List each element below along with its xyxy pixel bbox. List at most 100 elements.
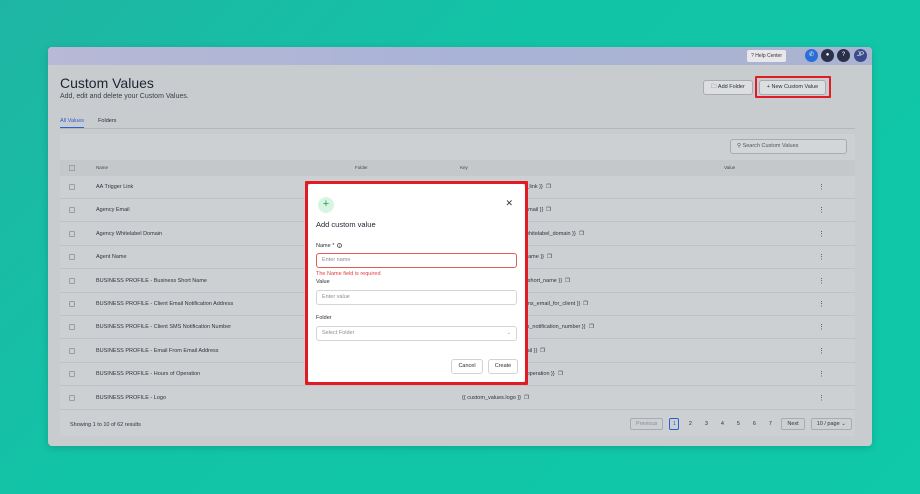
column-key: Key [460,165,468,170]
row-actions-icon[interactable]: ⋮ [818,199,825,222]
copy-icon[interactable]: ❐ [583,293,588,316]
per-page-label: 10 / page [816,421,840,427]
row-checkbox[interactable] [69,324,75,331]
folder-label: Folder [316,315,332,321]
row-name: BUSINESS PROFILE - Client Email Notifica… [96,301,234,307]
row-checkbox[interactable] [69,347,75,354]
copy-icon[interactable]: ❐ [546,199,551,222]
tabs: All Values Folders [60,118,116,128]
row-actions-icon[interactable]: ⋮ [818,293,825,316]
add-custom-value-modal: + ✕ Add custom value Name * i Enter name… [308,184,525,382]
page-header: Custom Values Add, edit and delete your … [60,75,189,100]
tab-all-values[interactable]: All Values [60,118,85,128]
copy-icon[interactable]: ❐ [589,316,594,339]
row-actions-icon[interactable]: ⋮ [818,176,825,199]
create-button[interactable]: Create [488,359,518,374]
next-page-button[interactable]: Next [781,418,805,430]
copy-icon[interactable]: ❐ [524,387,529,410]
table-header: Name Folder Key Value [60,160,855,176]
row-checkbox[interactable] [69,184,75,190]
select-all-checkbox[interactable] [69,165,75,171]
page-4[interactable]: 4 [717,421,727,427]
close-icon[interactable]: ✕ [505,198,513,208]
add-folder-label: Add Folder [717,84,745,90]
copy-icon[interactable]: ❐ [540,340,545,363]
row-key: tions_email_for_client }} [522,301,581,307]
table-row[interactable]: BUSINESS PROFILE - Logo {{ custom_values.… [60,387,855,410]
page-6[interactable]: 6 [749,421,759,427]
search-input[interactable]: ⚲ Search Custom Values [730,139,847,154]
row-actions-icon[interactable]: ⋮ [818,340,825,363]
page-7[interactable]: 7 [765,421,775,427]
column-name: Name [96,165,109,170]
chevron-down-icon: ⌄ [506,330,511,336]
column-folder: Folder [355,165,368,170]
row-checkbox[interactable] [69,254,75,261]
folder-placeholder: Select Folder [322,330,355,336]
pagination: Previous 1 2 3 4 5 6 7 Next 10 / page ⌄ [630,418,852,430]
tab-folders[interactable]: Folders [98,118,116,128]
copy-icon[interactable]: ❐ [547,246,552,269]
row-actions-icon[interactable]: ⋮ [818,387,825,410]
row-name: BUSINESS PROFILE - Email From Email Addr… [96,347,219,354]
row-name: AA Trigger Link [96,184,134,190]
page-1[interactable]: 1 [669,418,680,430]
info-icon[interactable]: i [336,243,342,249]
name-label-text: Name * [316,243,335,249]
top-bar: ? Help Center ✆ ● ? JP [48,47,872,65]
page-2[interactable]: 2 [685,421,695,427]
help-question-icon[interactable]: ? [837,49,850,62]
page-title: Custom Values [60,75,154,91]
row-actions-icon[interactable]: ⋮ [818,316,825,339]
bell-icon[interactable]: ● [821,49,834,62]
row-actions-icon[interactable]: ⋮ [818,246,825,269]
row-actions-icon[interactable]: ⋮ [818,363,825,386]
value-input[interactable]: Enter value [316,290,517,305]
row-checkbox[interactable] [69,230,75,237]
copy-icon[interactable]: ❐ [558,363,563,386]
search-icon: ⚲ [737,143,742,149]
copy-icon[interactable]: ❐ [579,223,584,246]
modal-title: Add custom value [316,220,376,229]
value-label: Value [316,279,330,285]
row-checkbox[interactable] [69,207,75,214]
row-name: BUSINESS PROFILE - Client SMS Notificati… [96,324,232,331]
name-placeholder: Enter name [322,257,351,263]
plus-icon: + [318,197,334,213]
page-3[interactable]: 3 [701,421,711,427]
row-name: BUSINESS PROFILE - Logo [96,394,166,401]
name-input[interactable]: Enter name [316,253,517,268]
user-avatar[interactable]: JP [854,49,867,62]
copy-icon[interactable]: ❐ [546,176,551,199]
name-error-message: The Name field is required [316,271,381,277]
chevron-down-icon: ⌄ [841,421,846,427]
tab-divider [60,128,855,129]
page-subtitle: Add, edit and delete your Custom Values. [60,93,189,100]
search-placeholder: Search Custom Values [742,143,799,149]
row-actions-icon[interactable]: ⋮ [818,270,825,293]
page-5[interactable]: 5 [733,421,743,427]
row-name: Agency Email [96,207,130,214]
row-checkbox[interactable] [69,371,75,378]
row-name: BUSINESS PROFILE - Business Short Name [96,277,207,284]
phone-icon[interactable]: ✆ [805,49,818,62]
column-value: Value [724,165,736,170]
row-checkbox[interactable] [69,301,75,307]
folder-select[interactable]: Select Folder ⌄ [316,326,517,341]
row-key: ms_notification_number }} [522,324,586,331]
previous-page-button[interactable]: Previous [630,418,664,430]
row-actions-icon[interactable]: ⋮ [818,223,825,246]
cancel-button[interactable]: Cancel [451,359,483,374]
highlight-new-custom-value [755,76,831,98]
row-checkbox[interactable] [69,277,75,284]
per-page-select[interactable]: 10 / page ⌄ [810,418,852,430]
row-name: BUSINESS PROFILE - Hours of Operation [96,371,201,378]
copy-icon[interactable]: ❐ [565,270,570,293]
row-key: {{ custom_values.logo }} [462,394,522,401]
folder-plus-icon: 🗀 [711,84,717,90]
row-key: s_short_name }} [522,277,563,284]
add-folder-button[interactable]: 🗀 Add Folder [703,80,753,95]
row-key: _whitelabel_domain }} [522,230,576,237]
row-checkbox[interactable] [69,394,75,401]
help-center-button[interactable]: ? Help Center [747,50,786,62]
